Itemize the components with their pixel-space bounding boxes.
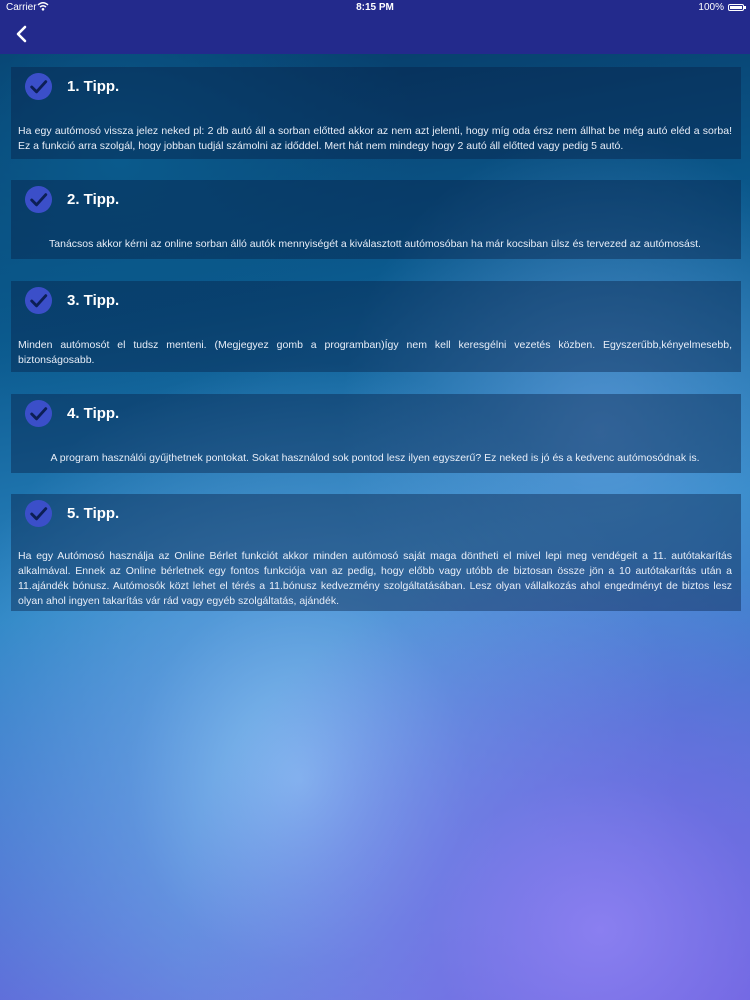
checkmark-icon (24, 499, 53, 528)
tip-title: 2. Tipp. (67, 191, 120, 208)
tip-text: A program használói gyűjthetnek pontokat… (50, 452, 700, 464)
tip-text: Tanácsos akkor kérni az online sorban ál… (49, 238, 701, 250)
battery-tip (744, 6, 746, 9)
tip-card-5: 5. Tipp. Ha egy Autómosó használja az On… (11, 494, 741, 611)
battery-icon (728, 4, 744, 11)
status-bar: Carrier 8:15 PM 100% (0, 0, 750, 16)
tip-title: 1. Tipp. (67, 78, 120, 95)
back-button[interactable] (10, 20, 36, 48)
tip-text: Ha egy Autómosó használja az Online Bérl… (18, 550, 732, 607)
tip-text: Minden autómosót el tudsz menteni. (Megj… (18, 339, 732, 366)
clock: 8:15 PM (356, 2, 394, 13)
checkmark-icon (24, 185, 53, 214)
tip-title: 4. Tipp. (67, 405, 120, 422)
chevron-left-icon (16, 25, 27, 43)
tip-card-3: 3. Tipp. Minden autómosót el tudsz mente… (11, 281, 741, 372)
tip-title: 3. Tipp. (67, 292, 120, 309)
tip-card-2: 2. Tipp. Tanácsos akkor kérni az online … (11, 180, 741, 259)
battery-percentage: 100% (698, 2, 724, 13)
checkmark-icon (24, 72, 53, 101)
tip-text: Ha egy autómosó vissza jelez neked pl: 2… (18, 125, 732, 152)
tip-card-1: 1. Tipp. Ha egy autómosó vissza jelez ne… (11, 67, 741, 159)
tip-card-4: 4. Tipp. A program használói gyűjthetnek… (11, 394, 741, 473)
checkmark-icon (24, 399, 53, 428)
tip-title: 5. Tipp. (67, 505, 120, 522)
navigation-bar (0, 16, 750, 54)
checkmark-icon (24, 286, 53, 315)
